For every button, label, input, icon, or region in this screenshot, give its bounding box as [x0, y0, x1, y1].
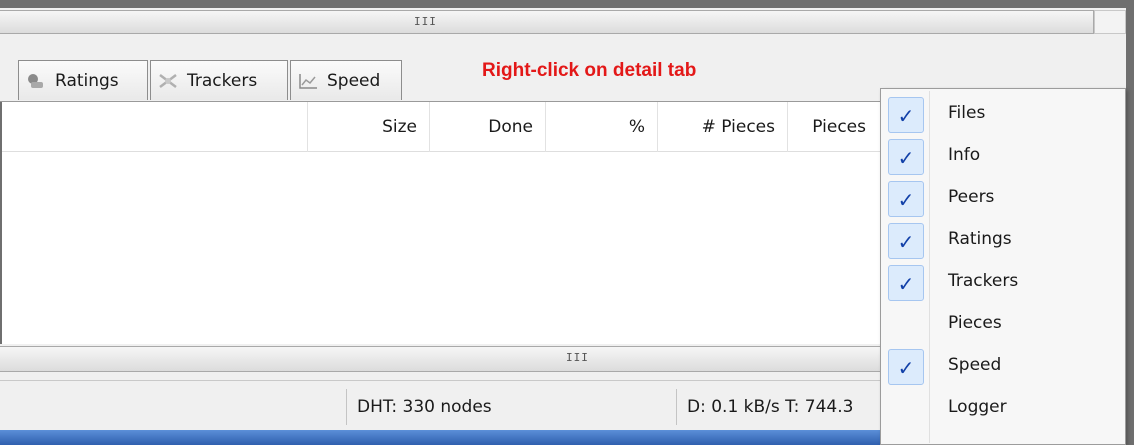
- scrollbar-corner: [1094, 10, 1126, 34]
- menu-item-pieces[interactable]: Pieces: [881, 305, 1125, 347]
- tab-trackers[interactable]: Trackers: [150, 60, 288, 100]
- menu-item-info[interactable]: ✓ Info: [881, 137, 1125, 179]
- menu-item-label: Pieces: [948, 313, 1002, 333]
- status-transfer-rates: D: 0.1 kB/s T: 744.3: [676, 389, 886, 425]
- tab-context-menu: ✓ Files ✓ Info ✓ Peers ✓ Ratings ✓ Trackers Pieces…: [880, 88, 1126, 445]
- menu-item-label: Peers: [948, 187, 995, 207]
- menu-item-label: Speed: [948, 355, 1002, 375]
- menu-item-ratings[interactable]: ✓ Ratings: [881, 221, 1125, 263]
- checkmark-icon: ✓: [888, 139, 924, 175]
- column-header-pieces-count[interactable]: # Pieces: [658, 102, 788, 152]
- tab-trackers-label: Trackers: [187, 70, 258, 91]
- tab-ratings-label: Ratings: [55, 70, 119, 91]
- checkmark-icon: ✓: [888, 223, 924, 259]
- status-dht: DHT: 330 nodes: [346, 389, 676, 425]
- checkmark-icon: ✓: [888, 349, 924, 385]
- checkmark-icon: ✓: [888, 97, 924, 133]
- menu-item-files[interactable]: ✓ Files: [881, 95, 1125, 137]
- checkmark-icon: ✓: [888, 265, 924, 301]
- menu-item-label: Info: [948, 145, 981, 165]
- trackers-icon: [157, 72, 179, 90]
- column-header-size[interactable]: Size: [308, 102, 430, 152]
- menu-item-label: Logger: [948, 397, 1007, 417]
- tab-speed[interactable]: Speed: [290, 60, 402, 100]
- menu-item-trackers[interactable]: ✓ Trackers: [881, 263, 1125, 305]
- menu-item-speed[interactable]: ✓ Speed: [881, 347, 1125, 389]
- ratings-icon: [25, 72, 47, 90]
- top-horizontal-scrollbar[interactable]: III: [0, 10, 1094, 34]
- scrollbar-grip-icon[interactable]: III: [566, 351, 589, 364]
- right-click-hint: Right-click on detail tab: [482, 60, 697, 81]
- menu-item-peers[interactable]: ✓ Peers: [881, 179, 1125, 221]
- column-header-done[interactable]: Done: [430, 102, 546, 152]
- scrollbar-grip-icon[interactable]: III: [414, 15, 437, 28]
- tab-speed-label: Speed: [327, 70, 381, 91]
- column-header-name[interactable]: [2, 102, 308, 152]
- menu-item-logger[interactable]: Logger: [881, 389, 1125, 431]
- column-header-percent[interactable]: %: [546, 102, 658, 152]
- menu-item-label: Files: [948, 103, 986, 123]
- tab-ratings[interactable]: Ratings: [18, 60, 148, 100]
- menu-item-label: Trackers: [948, 271, 1019, 291]
- checkmark-icon: ✓: [888, 181, 924, 217]
- speed-chart-icon: [297, 72, 319, 90]
- column-header-pieces[interactable]: Pieces: [788, 102, 878, 152]
- menu-item-label: Ratings: [948, 229, 1012, 249]
